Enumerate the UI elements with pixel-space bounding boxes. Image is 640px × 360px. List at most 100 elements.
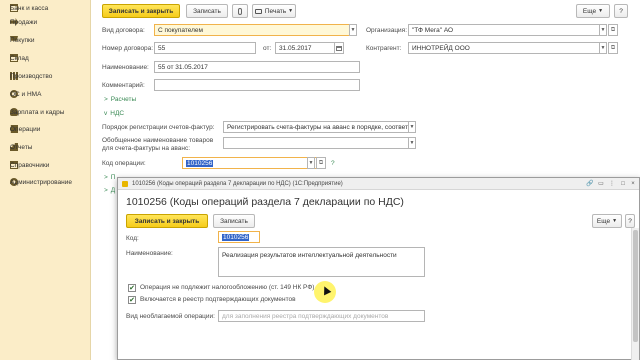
goods-name-field[interactable] (223, 137, 409, 149)
operation-code-help[interactable]: ? (331, 160, 335, 167)
sidebar-item-label: Зарплата и кадры (10, 108, 65, 116)
comment-field[interactable] (154, 79, 360, 91)
operation-code-label: Код операции: (102, 160, 146, 167)
chevron-down-icon: ▼ (598, 8, 604, 14)
invoice-registration-dropdown[interactable]: ▼ (408, 121, 416, 133)
goods-name-dropdown[interactable]: ▼ (408, 137, 416, 149)
section-hidden-2[interactable]: > Д (104, 187, 115, 194)
counterparty-dropdown[interactable]: ▼ (599, 42, 607, 54)
chevron-down-icon: ▼ (409, 124, 415, 130)
chevron-down-icon: ▼ (600, 45, 606, 51)
sidebar-item-assets[interactable]: ОС и НМА (0, 86, 91, 102)
name-label: Наименование: (102, 64, 149, 71)
save-and-close-button[interactable]: Записать и закрыть (102, 4, 180, 18)
dialog-more-label: Еще (596, 217, 611, 225)
operation-code-field[interactable]: 1010256 (182, 157, 318, 169)
name-textarea[interactable]: Реализация результатов интеллектуальной … (218, 247, 425, 277)
dialog-save-and-close-button[interactable]: Записать и закрыть (126, 214, 208, 228)
dialog-scrollbar[interactable] (631, 228, 639, 360)
sidebar-item-admin[interactable]: Администрирование (0, 174, 91, 190)
print-button[interactable]: Печать ▼ (252, 4, 296, 18)
close-icon[interactable]: × (628, 179, 638, 188)
invoice-registration-field[interactable]: Регистрировать счета-фактуры на аванс в … (223, 121, 409, 133)
confirm-registry-checkbox[interactable]: ✔ (128, 296, 136, 304)
help-button[interactable]: ? (614, 4, 628, 18)
sidebar-item-purchases[interactable]: Покупки (0, 32, 91, 48)
sidebar-item-label: Справочники (10, 161, 50, 169)
more-label: Еще (582, 7, 597, 15)
contract-date-field[interactable]: 31.05.2017 (275, 42, 335, 54)
non-taxable-label: Операция не подлежит налогообложению (ст… (140, 284, 315, 291)
sidebar-item-label: Банк и касса (10, 4, 49, 12)
sidebar-item-directories[interactable]: Справочники (0, 157, 91, 173)
scroll-thumb[interactable] (633, 230, 638, 342)
sidebar-item-label: Продажи (10, 18, 38, 26)
sidebar-item-label: Покупки (10, 36, 35, 44)
contract-number-field[interactable]: 55 (154, 42, 256, 54)
chevron-right-icon: > (104, 96, 108, 103)
maximize-icon[interactable]: □ (618, 179, 628, 188)
attach-button[interactable] (232, 4, 248, 18)
sidebar-item-warehouse[interactable]: Склад (0, 50, 91, 66)
organization-dropdown[interactable]: ▼ (599, 24, 607, 36)
date-picker-button[interactable] (334, 42, 344, 54)
open-link-icon: ⧉ (318, 159, 324, 166)
save-button[interactable]: Записать (186, 4, 228, 18)
contract-type-label: Вид договора: (102, 27, 145, 34)
minimize-icon[interactable]: ▭ (596, 179, 606, 188)
comment-label: Комментарий: (102, 82, 145, 89)
sidebar-item-sales[interactable]: Продажи (0, 14, 91, 30)
link-icon[interactable]: 🔗 (585, 179, 595, 188)
dialog-more-button[interactable]: Еще ▼ (592, 214, 622, 228)
sidebar-item-production[interactable]: Производство (0, 68, 91, 84)
code-field[interactable]: 1010256 (218, 231, 260, 243)
chevron-down-icon: ▼ (288, 8, 294, 14)
goods-name-label: Обобщенное наименование товаров для счет… (102, 137, 214, 152)
organization-open-button[interactable]: ⧉ (608, 24, 618, 36)
chevron-down-icon: ▼ (600, 27, 606, 33)
name-field[interactable]: 55 от 31.05.2017 (154, 61, 360, 73)
contract-number-label: Номер договора: (102, 45, 154, 52)
checkmark-icon: ✔ (129, 297, 135, 304)
chevron-down-icon: ▼ (409, 140, 415, 146)
section-hidden-1-label: П (110, 174, 116, 181)
organization-field[interactable]: "ТФ Мега" АО (408, 24, 600, 36)
code-label: Код: (126, 235, 139, 242)
sidebar-item-label: ОС и НМА (10, 90, 42, 98)
calendar-icon (336, 45, 342, 51)
operation-code-dialog: 1010256 (Коды операций раздела 7 деклара… (117, 177, 640, 360)
checkmark-icon: ✔ (129, 285, 135, 292)
open-link-icon: ⧉ (610, 44, 616, 51)
dialog-window-title: 1010256 (Коды операций раздела 7 деклара… (132, 180, 343, 187)
menu-icon[interactable]: ⋮ (607, 179, 617, 188)
section-calculations-label: Расчеты (110, 96, 137, 103)
non-taxable-checkbox[interactable]: ✔ (128, 284, 136, 292)
operation-code-value: 1010256 (186, 159, 214, 167)
dialog-help-button[interactable]: ? (625, 214, 635, 228)
operation-code-open-button[interactable]: ⧉ (316, 157, 326, 169)
counterparty-field[interactable]: ИННОТРЕЙД ООО (408, 42, 600, 54)
name-label: Наименование: (126, 250, 173, 257)
contract-type-dropdown[interactable]: ▼ (349, 24, 357, 36)
section-vat[interactable]: v НДС (104, 110, 124, 117)
section-calculations[interactable]: > Расчеты (104, 96, 136, 103)
counterparty-open-button[interactable]: ⧉ (608, 42, 618, 54)
chevron-down-icon: ▼ (612, 218, 618, 224)
contract-type-field[interactable]: С покупателем (154, 24, 350, 36)
untaxed-type-field[interactable]: для заполнения реестра подтверждающих до… (218, 310, 425, 322)
app-logo-icon (122, 181, 128, 187)
section-hidden-1[interactable]: > П (104, 174, 115, 181)
section-vat-label: НДС (110, 110, 125, 117)
counterparty-label: Контрагент: (366, 45, 402, 52)
sidebar-item-operations[interactable]: Операции (0, 121, 91, 137)
sections-sidebar: Банк и касса Продажи Покупки Склад Произ… (0, 0, 91, 360)
open-link-icon: ⧉ (610, 26, 616, 33)
more-button[interactable]: Еще ▼ (576, 4, 610, 18)
chevron-down-icon: v (104, 110, 108, 117)
date-from-label: от: (263, 45, 272, 52)
sidebar-item-reports[interactable]: Отчеты (0, 139, 91, 155)
dialog-save-button[interactable]: Записать (213, 214, 255, 228)
invoice-registration-label: Порядок регистрации счетов-фактур: (102, 124, 215, 131)
operation-code-dropdown[interactable]: ▼ (307, 157, 315, 169)
sidebar-item-hr[interactable]: Зарплата и кадры (0, 104, 91, 120)
